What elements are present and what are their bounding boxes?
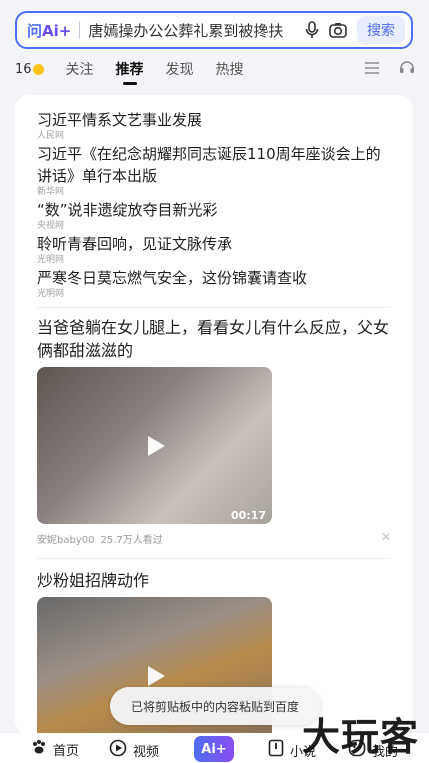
- search-button[interactable]: 搜索: [357, 16, 405, 44]
- news-title[interactable]: 习近平情系文艺事业发展: [37, 109, 391, 131]
- play-icon[interactable]: [142, 433, 168, 459]
- tab-discover[interactable]: 发现: [166, 59, 194, 79]
- video-title[interactable]: 炒粉姐招牌动作: [37, 569, 391, 592]
- news-source: 人民网: [37, 131, 65, 141]
- news-title[interactable]: “数”说非遗绽放夺目新光彩: [37, 199, 391, 221]
- video-duration: 00:17: [230, 509, 266, 522]
- feed-tabs: 16 关注 推荐 发现 热搜: [0, 57, 429, 81]
- news-item[interactable]: “数”说非遗绽放夺目新光彩 央视网: [37, 199, 391, 231]
- news-title[interactable]: 聆听青春回响，见证文脉传承: [37, 233, 391, 255]
- search-input[interactable]: 唐嫣操办公公葬礼累到被搀扶: [88, 20, 301, 41]
- news-source: 光明网: [37, 255, 65, 265]
- microphone-icon[interactable]: [301, 19, 323, 41]
- camera-icon[interactable]: [327, 19, 349, 41]
- news-item[interactable]: 习近平《在纪念胡耀邦同志诞辰110周年座谈会上的讲话》单行本出版 新华网: [37, 143, 391, 197]
- nav-video[interactable]: 视频: [109, 739, 159, 761]
- paw-icon: [31, 739, 47, 759]
- video-author[interactable]: 安妮baby00: [37, 531, 94, 546]
- divider: [37, 558, 391, 559]
- watermark: 大玩客: [301, 715, 419, 759]
- divider: [37, 307, 391, 308]
- news-source: 光明网: [37, 289, 65, 299]
- news-item[interactable]: 严寒冬日莫忘燃气安全，这份锦囊请查收 光明网: [37, 267, 391, 299]
- book-icon: [268, 739, 284, 761]
- tab-recommend[interactable]: 推荐: [116, 59, 144, 79]
- menu-icon[interactable]: [365, 59, 379, 78]
- feed-card: 习近平情系文艺事业发展 人民网 习近平《在纪念胡耀邦同志诞辰110周年座谈会上的…: [15, 95, 413, 735]
- video-meta: 安妮baby00 25.7万人看过 ✕: [37, 530, 391, 546]
- news-item[interactable]: 习近平情系文艺事业发展 人民网: [37, 109, 391, 141]
- play-icon[interactable]: [142, 663, 168, 689]
- wenai-logo: 问Ai+: [27, 21, 72, 40]
- news-list: 习近平情系文艺事业发展 人民网 习近平《在纪念胡耀邦同志诞辰110周年座谈会上的…: [15, 95, 413, 299]
- tab-trending[interactable]: 热搜: [216, 59, 244, 79]
- video-views: 25.7万人看过: [100, 535, 163, 546]
- weather-widget[interactable]: 16: [15, 62, 44, 77]
- video-title[interactable]: 当爸爸躺在女儿腿上，看看女儿有什么反应，父女俩都甜滋滋的: [37, 316, 391, 362]
- clipboard-toast: 已将剪贴板中的内容粘贴到百度: [110, 687, 320, 725]
- video-thumbnail[interactable]: 00:17: [37, 367, 272, 524]
- news-source: 新华网: [37, 187, 65, 197]
- nav-home[interactable]: 首页: [31, 739, 79, 759]
- news-source: 央视网: [37, 221, 65, 231]
- news-title[interactable]: 严寒冬日莫忘燃气安全，这份锦囊请查收: [37, 267, 391, 289]
- news-item[interactable]: 聆听青春回响，见证文脉传承 光明网: [37, 233, 391, 265]
- sun-icon: [32, 63, 44, 75]
- news-title[interactable]: 习近平《在纪念胡耀邦同志诞辰110周年座谈会上的讲话》单行本出版: [37, 143, 391, 187]
- search-bar[interactable]: 问Ai+ 唐嫣操办公公葬礼累到被搀扶 搜索: [15, 11, 413, 49]
- headphones-icon[interactable]: [399, 59, 415, 78]
- tab-follow[interactable]: 关注: [66, 59, 94, 79]
- video-play-icon: [109, 739, 127, 761]
- video-card[interactable]: 当爸爸躺在女儿腿上，看看女儿有什么反应，父女俩都甜滋滋的 00:17 安妮bab…: [15, 316, 413, 546]
- dismiss-icon[interactable]: ✕: [381, 530, 391, 544]
- search-divider: [79, 21, 81, 39]
- ai-assistant-button[interactable]: Ai+: [194, 736, 234, 762]
